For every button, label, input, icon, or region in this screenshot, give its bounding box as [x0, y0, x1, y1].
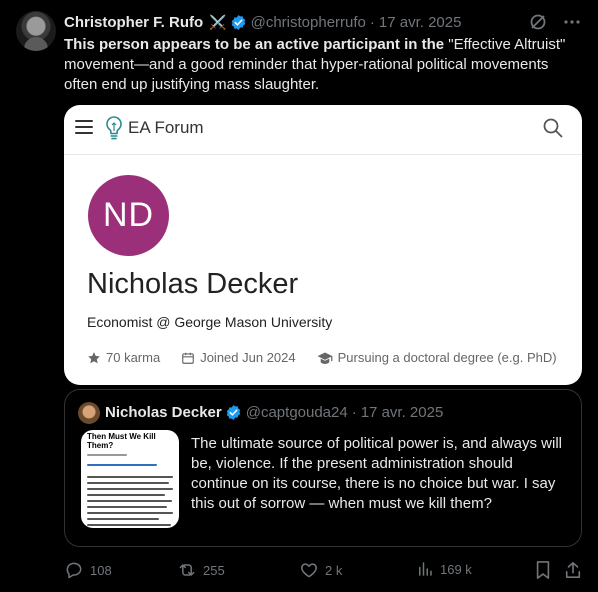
- site-title[interactable]: EA Forum: [128, 118, 204, 138]
- profile-initials-avatar: ND: [88, 175, 169, 256]
- bookmark-icon[interactable]: [534, 560, 552, 580]
- star-icon: [88, 351, 100, 363]
- like-count: 2 k: [325, 562, 343, 578]
- author-avatar[interactable]: [16, 11, 56, 51]
- graduation-cap-icon: [317, 351, 333, 364]
- karma-label: 70 karma: [106, 350, 161, 365]
- separator-dot: ·: [351, 404, 357, 421]
- reply-button[interactable]: 108: [64, 560, 112, 580]
- quoted-tweet-text: The ultimate source of political power i…: [191, 435, 562, 512]
- education-stat: Pursuing a doctoral degree (e.g. PhD): [317, 350, 557, 365]
- karma-stat: 70 karma: [87, 350, 160, 365]
- hamburger-menu-icon[interactable]: [75, 120, 93, 134]
- verified-badge-icon: [226, 405, 240, 420]
- ea-forum-navbar: EA Forum: [64, 105, 582, 155]
- tweet-text: This person appears to be an active part…: [64, 35, 584, 95]
- profile-stats: 70 karma Joined Jun 2024 Pursuing a doct…: [87, 350, 578, 365]
- tweet-text-rest: movement—and a good reminder that hyper-…: [64, 56, 549, 93]
- reply-icon: [66, 562, 82, 579]
- profile-name: Nicholas Decker: [87, 268, 299, 300]
- reply-count: 108: [90, 562, 112, 578]
- quoted-author-name[interactable]: Nicholas Decker: [105, 404, 222, 421]
- quoted-article-thumbnail[interactable]: Then Must We Kill Them?: [81, 430, 179, 528]
- quoted-author-handle[interactable]: @captgouda24: [246, 404, 348, 421]
- more-options-icon[interactable]: [562, 12, 582, 32]
- views-button[interactable]: 169 k: [416, 560, 472, 578]
- lightbulb-logo-icon: [106, 116, 122, 140]
- analytics-icon: [419, 562, 432, 576]
- quoted-tweet-header: Nicholas Decker @captgouda24 · 17 avr. 2…: [105, 404, 443, 421]
- grok-icon[interactable]: [528, 12, 548, 32]
- quoted-author-avatar[interactable]: [78, 402, 100, 424]
- view-count: 169 k: [440, 561, 472, 577]
- heart-icon: [301, 563, 317, 578]
- verified-badge-icon: [231, 14, 245, 30]
- repost-button[interactable]: 255: [177, 560, 225, 580]
- joined-label: Joined Jun 2024: [200, 350, 296, 365]
- share-icon[interactable]: [564, 560, 582, 580]
- repost-count: 255: [203, 562, 225, 578]
- author-name[interactable]: Christopher F. Rufo: [64, 14, 203, 31]
- separator-dot: ·: [369, 13, 375, 31]
- tweet-date[interactable]: 17 avr. 2025: [379, 14, 462, 31]
- tweet-header: Christopher F. Rufo ⚔️ @christopherrufo …: [64, 12, 582, 32]
- author-handle[interactable]: @christopherrufo: [251, 14, 366, 31]
- joined-stat: Joined Jun 2024: [181, 350, 296, 365]
- search-icon[interactable]: [542, 117, 564, 139]
- education-label: Pursuing a doctoral degree (e.g. PhD): [337, 350, 557, 365]
- like-button[interactable]: 2 k: [299, 560, 342, 580]
- repost-icon: [179, 564, 195, 576]
- tweet-text-quoted: "Effective Altruist": [444, 36, 566, 53]
- tweet-action-bar: 108 255 2 k 169 k: [64, 560, 584, 582]
- ea-forum-card[interactable]: EA Forum ND Nicholas Decker Economist @ …: [64, 105, 582, 385]
- quoted-tweet[interactable]: Nicholas Decker @captgouda24 · 17 avr. 2…: [64, 389, 582, 547]
- thumbnail-title: Then Must We Kill Them?: [87, 432, 156, 450]
- crossed-swords-emoji: ⚔️: [209, 13, 227, 30]
- calendar-icon: [182, 352, 195, 364]
- tweet-text-bold: This person appears to be an active part…: [64, 36, 445, 53]
- quoted-tweet-date[interactable]: 17 avr. 2025: [361, 404, 444, 421]
- profile-bio: Economist @ George Mason University: [87, 314, 333, 330]
